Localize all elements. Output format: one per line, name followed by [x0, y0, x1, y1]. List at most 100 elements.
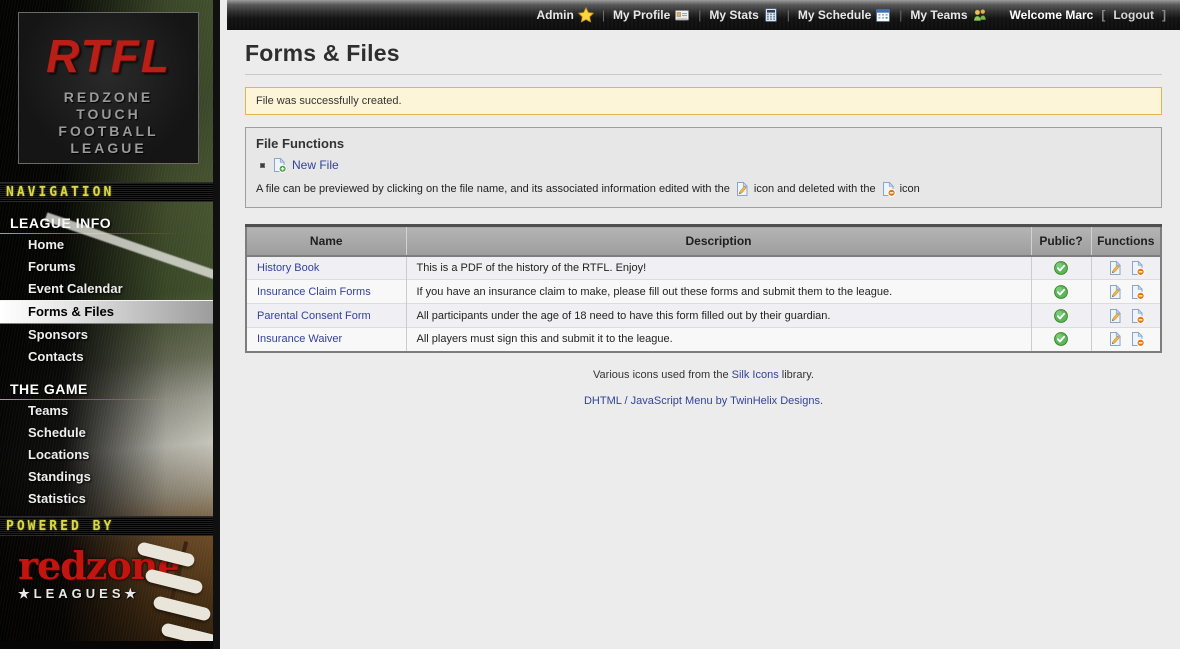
logout-bracket: [ [1101, 8, 1105, 22]
sidebar-item-contacts[interactable]: Contacts [0, 346, 213, 368]
column-header-description: Description [406, 226, 1031, 256]
logout-link[interactable]: Logout [1113, 8, 1154, 22]
sidebar-item-standings[interactable]: Standings [0, 466, 213, 488]
table-row: Insurance Waiver All players must sign t… [246, 328, 1161, 352]
welcome-text: Welcome Marc [1010, 8, 1094, 22]
credit-text: Various icons used from the [593, 369, 732, 381]
public-check-icon [1053, 331, 1069, 347]
public-check-icon [1053, 284, 1069, 300]
twinhelix-link[interactable]: DHTML / JavaScript Menu by TwinHelix Des… [584, 395, 823, 407]
topbar-my-stats-label: My Stats [709, 8, 758, 22]
table-header-row: Name Description Public? Functions [246, 226, 1161, 256]
topbar-my-stats-link[interactable]: My Stats [709, 7, 778, 23]
group-icon [972, 7, 988, 23]
sidebar-item-sponsors[interactable]: Sponsors [0, 324, 213, 346]
file-functions-box: File Functions New File A file can be pr… [245, 127, 1162, 208]
sidebar: RTFL REDZONE TOUCH FOOTBALL LEAGUE NAVIG… [0, 0, 220, 649]
silk-icons-link[interactable]: Silk Icons [732, 369, 779, 381]
page-add-icon [271, 157, 287, 173]
topbar-separator: | [899, 8, 902, 22]
topbar-my-schedule-label: My Schedule [798, 8, 871, 22]
footer: Various icons used from the Silk Icons l… [245, 369, 1162, 407]
logo-line: LEAGUE [19, 140, 198, 157]
logo-line: TOUCH [19, 106, 198, 123]
table-row: Insurance Claim Forms If you have an ins… [246, 280, 1161, 304]
help-text: icon and deleted with the [754, 183, 876, 195]
sidebar-item-schedule[interactable]: Schedule [0, 422, 213, 444]
sidebar-item-event-calendar[interactable]: Event Calendar [0, 278, 213, 300]
page-delete-icon [1129, 260, 1145, 276]
file-name-link[interactable]: Parental Consent Form [257, 310, 371, 322]
logo-line: FOOTBALL [19, 123, 198, 140]
topbar-my-schedule-link[interactable]: My Schedule [798, 7, 891, 23]
page-edit-icon [1107, 260, 1123, 276]
new-file-link[interactable]: New File [271, 157, 339, 173]
title-divider [245, 74, 1162, 75]
credit-text: library. [779, 369, 814, 381]
edit-file-button[interactable] [1107, 260, 1123, 276]
league-logo-acronym: RTFL [19, 29, 198, 83]
help-text: A file can be previewed by clicking on t… [256, 183, 730, 195]
sidebar-item-locations[interactable]: Locations [0, 444, 213, 466]
topbar: Admin | My Profile | My Stats | My Sched… [227, 0, 1180, 30]
page-delete-icon [1129, 331, 1145, 347]
new-file-row: New File [260, 157, 1151, 173]
navigation-label: NAVIGATION [0, 182, 213, 202]
files-table: Name Description Public? Functions Histo… [245, 224, 1162, 353]
table-row: History Book This is a PDF of the histor… [246, 256, 1161, 280]
file-description: All participants under the age of 18 nee… [406, 304, 1031, 328]
topbar-my-profile-link[interactable]: My Profile [613, 7, 690, 23]
file-description: If you have an insurance claim to make, … [406, 280, 1031, 304]
table-row: Parental Consent Form All participants u… [246, 304, 1161, 328]
success-flash-message: File was successfully created. [245, 87, 1162, 115]
icons-credit-line: Various icons used from the Silk Icons l… [245, 369, 1162, 381]
topbar-my-teams-link[interactable]: My Teams [910, 7, 987, 23]
section-header-the-game: THE GAME [0, 378, 213, 399]
page-edit-icon [734, 181, 750, 197]
edit-file-button[interactable] [1107, 284, 1123, 300]
page-delete-icon [1129, 284, 1145, 300]
page-edit-icon [1107, 331, 1123, 347]
public-check-icon [1053, 260, 1069, 276]
file-functions-title: File Functions [256, 136, 1151, 151]
league-logo[interactable]: RTFL REDZONE TOUCH FOOTBALL LEAGUE [18, 12, 199, 164]
sidebar-item-teams[interactable]: Teams [0, 400, 213, 422]
edit-file-button[interactable] [1107, 308, 1123, 324]
section-header-league-info: LEAGUE INFO [0, 212, 213, 233]
topbar-separator: | [698, 8, 701, 22]
delete-file-button[interactable] [1129, 284, 1145, 300]
delete-file-button[interactable] [1129, 260, 1145, 276]
sidebar-item-forms-files[interactable]: Forms & Files [0, 300, 213, 324]
edit-file-button[interactable] [1107, 331, 1123, 347]
calendar-icon [875, 7, 891, 23]
column-header-public: Public? [1031, 226, 1091, 256]
topbar-admin-label: Admin [536, 8, 573, 22]
delete-file-button[interactable] [1129, 331, 1145, 347]
league-logo-subtitle: REDZONE TOUCH FOOTBALL LEAGUE [19, 89, 198, 157]
file-name-link[interactable]: History Book [257, 262, 319, 274]
page: RTFL REDZONE TOUCH FOOTBALL LEAGUE NAVIG… [0, 0, 1180, 649]
file-name-link[interactable]: Insurance Claim Forms [257, 286, 371, 298]
page-edit-icon [1107, 284, 1123, 300]
file-name-link[interactable]: Insurance Waiver [257, 333, 342, 345]
delete-file-button[interactable] [1129, 308, 1145, 324]
football-lace-decoration [160, 622, 219, 649]
calculator-icon [763, 7, 779, 23]
page-title: Forms & Files [245, 40, 1162, 67]
topbar-admin-link[interactable]: Admin [536, 7, 593, 23]
topbar-my-profile-label: My Profile [613, 8, 670, 22]
vcard-icon [674, 7, 690, 23]
menu-credit-line: DHTML / JavaScript Menu by TwinHelix Des… [245, 395, 1162, 407]
logout-bracket: ] [1162, 8, 1166, 22]
file-description: This is a PDF of the history of the RTFL… [406, 256, 1031, 280]
file-functions-help: A file can be previewed by clicking on t… [256, 181, 1151, 197]
column-header-functions: Functions [1091, 226, 1161, 256]
content-area: Forms & Files File was successfully crea… [227, 30, 1180, 649]
public-check-icon [1053, 308, 1069, 324]
page-delete-icon [880, 181, 896, 197]
page-edit-icon [1107, 308, 1123, 324]
powered-by-label: POWERED BY [0, 516, 213, 536]
column-header-name: Name [246, 226, 406, 256]
sidebar-item-statistics[interactable]: Statistics [0, 488, 213, 510]
topbar-separator: | [787, 8, 790, 22]
